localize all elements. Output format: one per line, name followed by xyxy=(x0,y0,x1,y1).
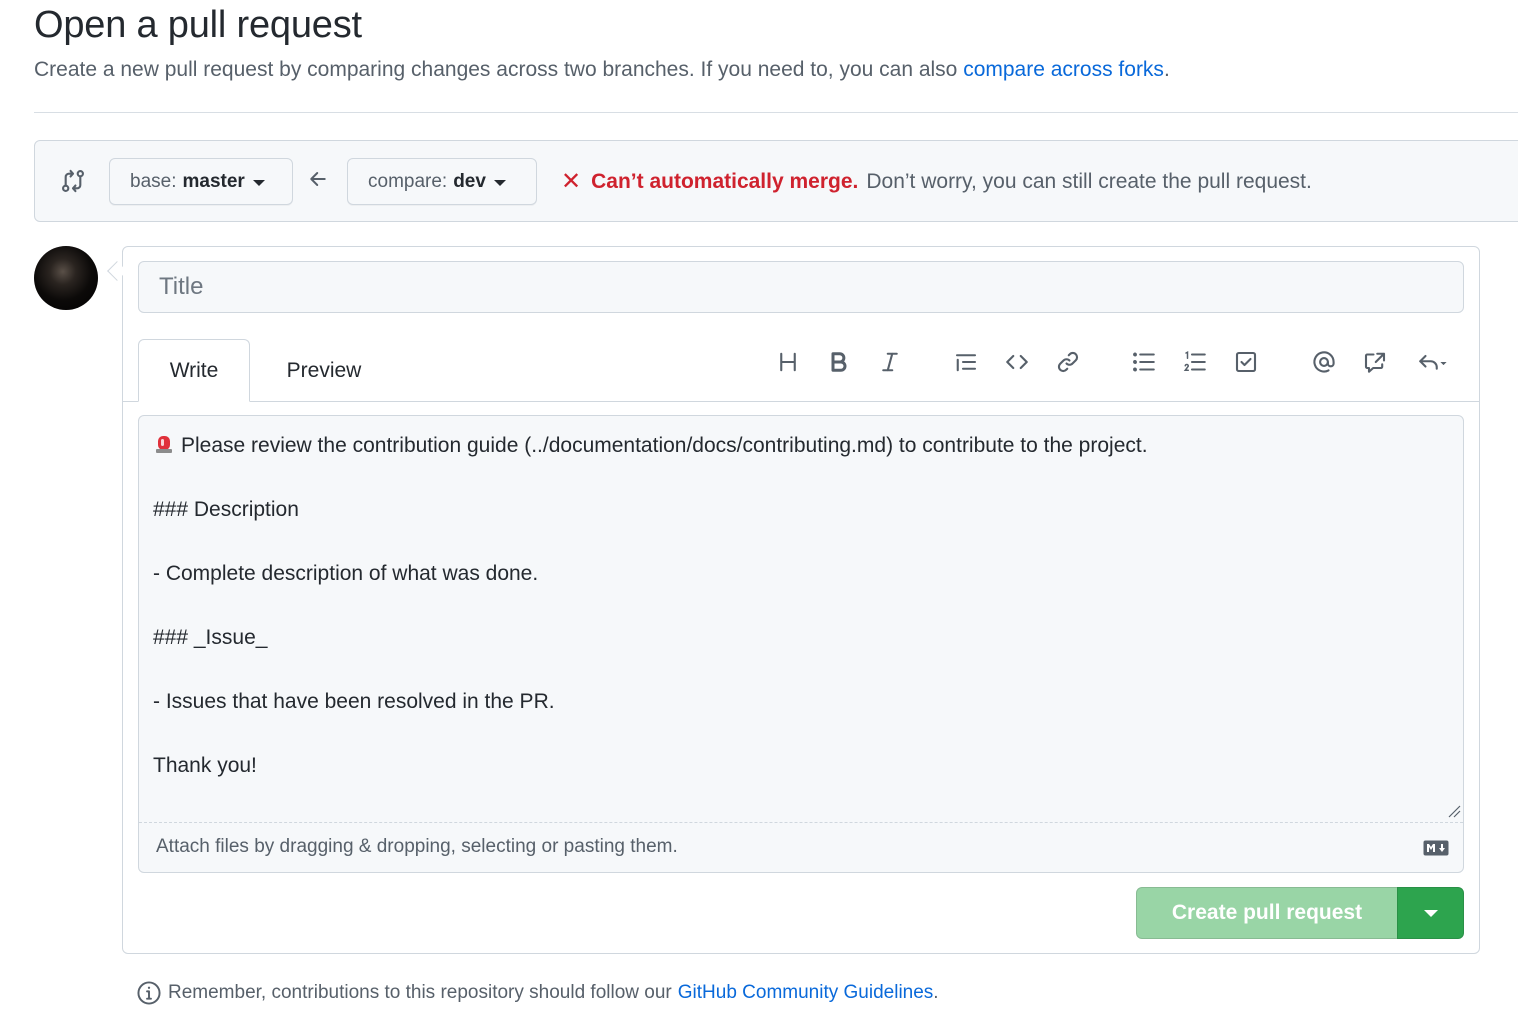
guidelines-note: Remember, contributions to this reposito… xyxy=(136,980,939,1006)
attach-divider xyxy=(139,822,1463,823)
caret-down-icon xyxy=(252,179,265,186)
attach-files-hint[interactable]: Attach files by dragging & dropping, sel… xyxy=(156,836,678,858)
pr-composer: Write Preview Please review the contribu… xyxy=(122,246,1480,954)
reply-icon[interactable] xyxy=(1413,347,1453,377)
markdown-icon[interactable] xyxy=(1423,840,1449,856)
ordered-list-icon[interactable] xyxy=(1180,347,1210,377)
create-pull-request-button[interactable]: Create pull request xyxy=(1136,887,1398,939)
quote-icon[interactable] xyxy=(951,347,981,377)
tab-preview[interactable]: Preview xyxy=(259,339,389,402)
subtitle-text: Create a new pull request by comparing c… xyxy=(34,58,964,81)
caret-down-icon xyxy=(1423,909,1438,917)
mention-icon[interactable] xyxy=(1309,347,1339,377)
arrow-left-icon xyxy=(310,172,326,186)
bold-icon[interactable] xyxy=(824,347,854,377)
x-icon: ✕ xyxy=(561,168,582,195)
merge-status: ✕ Can’t automatically merge. Don’t worry… xyxy=(561,167,1312,196)
body-line: - Complete description of what was done. xyxy=(153,562,539,585)
guidelines-suffix: . xyxy=(933,982,939,1003)
body-line: Thank you! xyxy=(153,754,257,777)
branch-range-bar: base: master compare: dev ✕ Can’t automa… xyxy=(34,140,1518,222)
body-line: ### Description xyxy=(153,498,299,521)
base-branch-name: master xyxy=(182,170,245,192)
body-content[interactable]: Please review the contribution guide (..… xyxy=(153,430,1449,782)
base-label: base: xyxy=(130,170,177,192)
compare-label: compare: xyxy=(368,170,448,192)
code-icon[interactable] xyxy=(1002,347,1032,377)
italic-icon[interactable] xyxy=(875,347,905,377)
avatar[interactable] xyxy=(34,246,98,310)
git-compare-icon xyxy=(62,169,84,193)
info-icon xyxy=(137,981,161,1005)
merge-error-text: Can’t automatically merge. xyxy=(591,169,859,193)
compare-across-forks-link[interactable]: compare across forks xyxy=(963,58,1164,81)
community-guidelines-link[interactable]: GitHub Community Guidelines xyxy=(678,982,934,1004)
tab-write[interactable]: Write xyxy=(138,339,250,402)
task-list-icon[interactable] xyxy=(1231,347,1261,377)
subtitle-suffix: . xyxy=(1163,58,1170,81)
page-title: Open a pull request xyxy=(34,4,362,46)
page-subtitle: Create a new pull request by comparing c… xyxy=(34,58,1170,82)
body-line: ### _Issue_ xyxy=(153,626,268,649)
create-options-dropdown[interactable] xyxy=(1397,887,1464,939)
compare-branch-select[interactable]: compare: dev xyxy=(347,158,537,205)
merge-note-text: Don’t worry, you can still create the pu… xyxy=(866,169,1312,193)
caret-down-icon xyxy=(493,179,506,186)
reference-icon[interactable] xyxy=(1360,347,1390,377)
body-textarea[interactable]: Please review the contribution guide (..… xyxy=(138,415,1464,873)
unordered-list-icon[interactable] xyxy=(1129,347,1159,377)
compare-branch-name: dev xyxy=(453,170,486,192)
resize-handle-icon[interactable] xyxy=(1447,804,1461,818)
base-branch-select[interactable]: base: master xyxy=(109,158,293,205)
title-input[interactable] xyxy=(138,261,1464,313)
guidelines-text: Remember, contributions to this reposito… xyxy=(168,982,672,1003)
link-icon[interactable] xyxy=(1053,347,1083,377)
body-line: Please review the contribution guide (..… xyxy=(181,434,1148,457)
header-divider xyxy=(34,112,1518,113)
heading-icon[interactable] xyxy=(773,347,803,377)
body-line: - Issues that have been resolved in the … xyxy=(153,690,555,713)
rotating-light-icon xyxy=(156,436,172,453)
